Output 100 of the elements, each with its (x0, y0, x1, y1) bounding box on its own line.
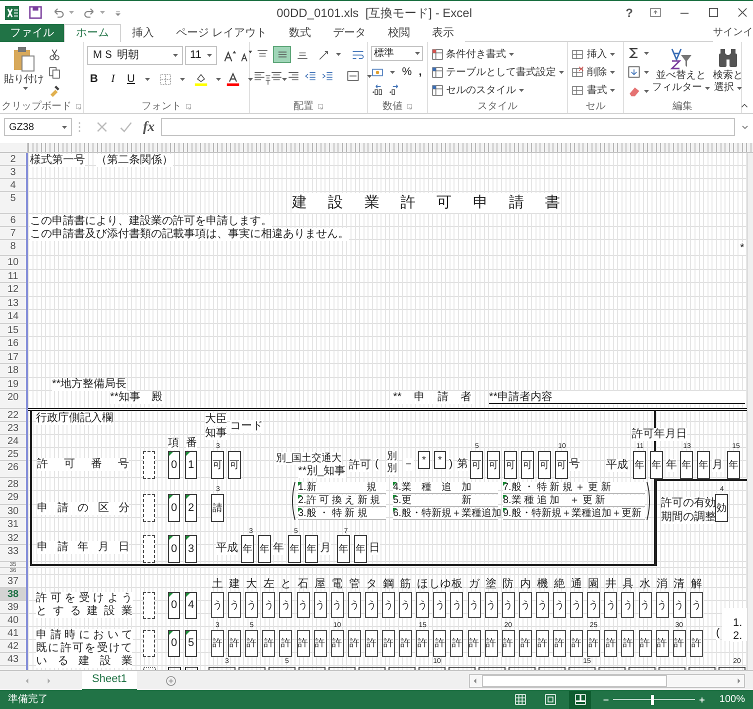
style-command[interactable]: セルのスタイル (431, 82, 564, 98)
increase-font-size-icon[interactable] (223, 48, 237, 62)
row-header[interactable]: 16 (0, 337, 26, 350)
paste-button[interactable]: 貼り付け (3, 46, 45, 99)
row-header[interactable]: 30 (0, 504, 26, 518)
caret-icon[interactable] (559, 70, 564, 74)
ribbon-tab[interactable]: 表示 (421, 24, 466, 42)
view-button[interactable] (569, 690, 592, 708)
zoom-slider[interactable] (613, 694, 696, 704)
borders-icon[interactable] (159, 72, 172, 86)
row-header[interactable]: 3 (0, 166, 26, 179)
decrease-decimal-icon[interactable] (388, 84, 401, 96)
caret-icon[interactable] (644, 90, 649, 92)
row-header[interactable]: 25 (0, 448, 26, 460)
save-icon[interactable] (28, 5, 43, 20)
enter-check-icon[interactable] (119, 120, 133, 134)
row-header[interactable]: 29 (0, 491, 26, 504)
row-header[interactable]: 26 (0, 460, 26, 478)
font-name-dropdown[interactable]: ＭＳ 明朝 (87, 46, 183, 65)
maximize-icon[interactable] (707, 6, 720, 19)
ribbon-tab[interactable]: 校閲 (377, 24, 422, 42)
format-painter-icon[interactable] (48, 84, 61, 97)
caret-icon[interactable] (415, 52, 420, 55)
italic-button[interactable]: I (106, 71, 120, 88)
vertical-scrollbar[interactable] (747, 153, 753, 670)
cells-command[interactable]: 削除 (571, 64, 615, 80)
row-header[interactable]: 7 (0, 227, 26, 240)
sheet-tab[interactable]: Sheet1 (82, 670, 137, 690)
row-header[interactable]: 31 (0, 518, 26, 532)
insert-function-button[interactable]: fx (143, 116, 155, 138)
zoom-level[interactable]: 100% (719, 692, 745, 707)
underline-button[interactable]: U (125, 71, 137, 88)
cells-command[interactable]: 挿入 (571, 46, 615, 62)
row-header[interactable]: 5 (0, 192, 26, 214)
row-header[interactable]: 2 (0, 153, 26, 166)
caret-icon[interactable] (62, 126, 67, 128)
fill-color-icon[interactable] (194, 72, 208, 86)
caret-icon[interactable] (216, 78, 221, 81)
name-box[interactable]: GZ38 (4, 118, 72, 136)
ribbon-tab[interactable]: データ (322, 24, 378, 42)
ribbon-tab[interactable]: 挿入 (121, 24, 165, 42)
caret-icon[interactable] (248, 78, 253, 81)
caret-icon[interactable] (644, 70, 649, 74)
expand-formula-bar-icon[interactable] (741, 123, 749, 131)
caret-icon[interactable] (509, 52, 514, 56)
row-header[interactable]: 12 (0, 283, 26, 296)
caret-icon[interactable] (180, 78, 185, 81)
caret-icon[interactable] (644, 52, 649, 54)
cut-icon[interactable] (48, 48, 61, 61)
fill-down-icon[interactable] (627, 65, 641, 79)
row-header[interactable]: 28 (0, 478, 26, 491)
collapse-ribbon-icon[interactable] (740, 101, 749, 110)
row-header[interactable]: 13 (0, 296, 26, 310)
row-header[interactable]: 18 (0, 364, 26, 378)
ribbon-display-icon[interactable] (649, 6, 662, 19)
comma-style-button[interactable]: , (418, 64, 422, 80)
row-header[interactable]: 10 (0, 256, 26, 270)
row-header[interactable]: 43 (0, 653, 26, 666)
caret-icon[interactable] (610, 88, 615, 92)
ribbon-tab[interactable]: ファイル (0, 24, 64, 42)
row-header[interactable]: 4 (0, 179, 26, 192)
caret-icon[interactable] (173, 54, 178, 57)
caret-icon[interactable] (610, 70, 615, 74)
row-header[interactable]: 19 (0, 378, 26, 391)
row-header[interactable]: 42 (0, 640, 26, 653)
copy-icon[interactable] (48, 66, 61, 79)
zoom-slider-thumb[interactable] (650, 694, 654, 704)
caret-icon[interactable] (23, 87, 28, 90)
increase-decimal-icon[interactable] (371, 84, 384, 96)
caret-icon[interactable] (336, 53, 341, 56)
row-header[interactable]: 11 (0, 270, 26, 283)
caret-icon[interactable] (610, 52, 615, 56)
row-header[interactable]: 23 (0, 422, 26, 434)
align-center-icon[interactable] (270, 70, 283, 82)
font-color-icon[interactable] (226, 72, 240, 86)
ribbon-tab[interactable]: ホーム (64, 24, 121, 42)
row-header[interactable]: 15 (0, 324, 26, 337)
caret-icon[interactable] (519, 88, 524, 92)
formula-input[interactable] (160, 118, 735, 136)
align-right-icon[interactable] (287, 70, 300, 82)
row-header[interactable]: 6 (0, 214, 26, 227)
caret-icon[interactable] (282, 78, 287, 81)
find-select-button[interactable]: 検索と 選択 (713, 46, 743, 99)
caret-icon[interactable] (705, 86, 710, 90)
row-header[interactable]: 8 (0, 240, 26, 256)
percent-style-button[interactable]: % (402, 64, 412, 80)
bold-button[interactable]: B (87, 71, 101, 88)
decrease-font-size-icon[interactable] (239, 48, 253, 62)
caret-icon[interactable] (737, 86, 742, 90)
row-header[interactable]: 24 (0, 434, 26, 448)
close-icon[interactable] (736, 6, 749, 19)
help-button[interactable]: ? (626, 4, 633, 22)
add-sheet-icon[interactable] (164, 674, 177, 686)
row-header[interactable]: 20 (0, 391, 26, 408)
ribbon-tab[interactable]: 数式 (278, 24, 322, 42)
caret-icon[interactable] (207, 54, 212, 57)
row-header[interactable]: 38 (0, 588, 26, 601)
font-size-dropdown[interactable]: 11 (185, 46, 217, 65)
zoom-in-icon[interactable] (697, 694, 708, 704)
number-format-dropdown[interactable]: 標準 (371, 46, 423, 61)
